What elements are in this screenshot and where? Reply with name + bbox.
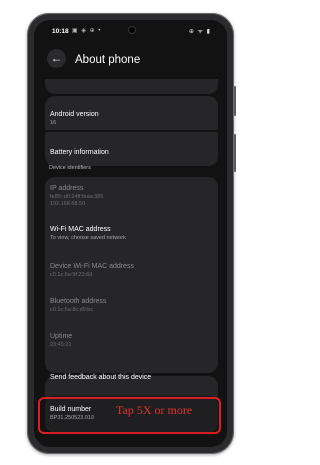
page-title: About phone <box>75 54 141 66</box>
ip-title: IP address <box>50 185 84 192</box>
android-version-value: 16 <box>50 120 57 126</box>
uptime-value: 23:45:21 <box>50 342 72 348</box>
system-status-icons: ⊕ ᯤ ▮ <box>188 29 211 35</box>
uptime-title: Uptime <box>50 333 73 340</box>
row-battery-information[interactable]: Battery information <box>50 149 109 156</box>
battery-title: Battery information <box>50 149 109 156</box>
android-version-title: Android version <box>50 111 99 118</box>
device-mac-title: Device Wi-Fi MAC address <box>50 263 135 270</box>
row-ip-address: IP address fe80::d0:24ff:feaa:385 192.16… <box>50 185 103 208</box>
row-uptime: Uptime 23:45:21 <box>50 333 72 349</box>
ip-value-1: fe80::d0:24ff:feaa:385 <box>50 194 104 200</box>
section-device-identifiers: Device identifiers <box>49 165 91 171</box>
camera-cutout <box>129 27 135 33</box>
wifi-mac-title: Wi-Fi MAC address <box>50 226 111 233</box>
arrow-back-icon[interactable]: ← <box>47 49 66 68</box>
notification-icons: ▣ ◈ ⊕ • <box>72 28 102 34</box>
card-info <box>45 79 218 94</box>
feedback-title: Send feedback about this device <box>50 374 152 381</box>
ip-value-2: 192.168.68.50 <box>50 201 86 207</box>
bluetooth-title: Bluetooth address <box>50 298 107 305</box>
row-bluetooth: Bluetooth address c0:1c:6a:8c:d9:bc <box>50 298 106 314</box>
bluetooth-value: c0:1c:6a:8c:d9:bc <box>50 307 94 313</box>
screen: 10:18 ▣ ◈ ⊕ • ⊕ ᯤ ▮ ← About phone Androi… <box>34 20 227 447</box>
status-bar: 10:18 ▣ ◈ ⊕ • ⊕ ᯤ ▮ <box>34 20 227 42</box>
tap-annotation: Tap 5X or more <box>116 403 193 417</box>
power-button <box>234 86 236 116</box>
row-wifi-mac[interactable]: Wi-Fi MAC address To view, choose saved … <box>50 226 126 242</box>
wifi-mac-value: To view, choose saved network <box>50 235 126 241</box>
row-device-wifi-mac: Device Wi-Fi MAC address c0:1c:6a:9f:23:… <box>50 263 134 279</box>
volume-button <box>234 134 236 172</box>
status-time: 10:18 <box>52 28 69 35</box>
row-android-version[interactable]: Android version 16 <box>50 111 99 127</box>
device-mac-value: c0:1c:6a:9f:23:69 <box>50 272 93 278</box>
row-send-feedback[interactable]: Send feedback about this device <box>50 374 151 381</box>
